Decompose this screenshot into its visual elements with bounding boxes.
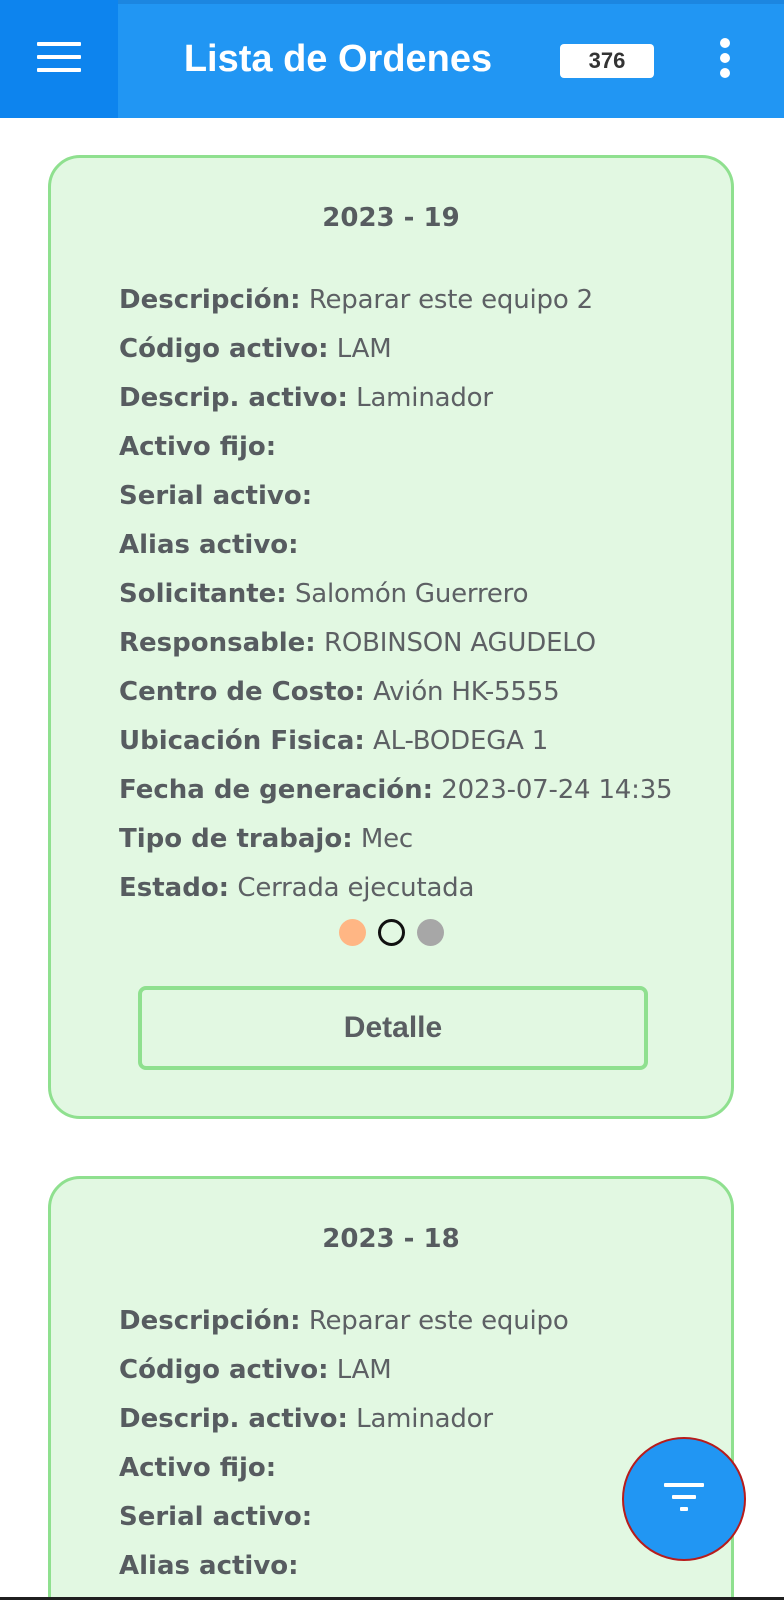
order-number: 2023 - 19: [322, 203, 460, 233]
field-label: Código activo:: [119, 1355, 329, 1385]
field-value: Reparar este equipo 2: [308, 285, 593, 315]
field-descrip-activo: Descrip. activo: Laminador: [119, 374, 721, 423]
field-label: Descrip. activo:: [119, 383, 348, 413]
field-descripcion: Descripción: Reparar este equipo 2: [119, 276, 721, 325]
field-fecha-generacion: Fecha de generación: 2023-07-24 14:35: [119, 766, 721, 815]
order-count-badge: 376: [560, 44, 654, 78]
field-label: Centro de Costo:: [119, 677, 365, 707]
field-label: Activo fijo:: [119, 1453, 277, 1483]
field-label: Descripción:: [119, 1306, 301, 1336]
field-label: Alias activo:: [119, 530, 299, 560]
more-options-button[interactable]: [700, 30, 750, 90]
filter-icon: [664, 1483, 704, 1515]
status-dot-outline: [377, 919, 405, 946]
menu-button[interactable]: [0, 0, 118, 118]
order-number: 2023 - 18: [322, 1224, 460, 1254]
field-label: Serial activo:: [119, 1502, 313, 1532]
field-label: Descripción:: [119, 285, 301, 315]
field-value: AL-BODEGA 1: [373, 726, 549, 756]
field-label: Código activo:: [119, 334, 329, 364]
field-label: Activo fijo:: [119, 432, 277, 462]
field-alias-activo: Alias activo:: [119, 1542, 721, 1591]
status-dot-gray: [416, 919, 444, 946]
field-value: LAM: [336, 1355, 392, 1385]
field-value: 2023-07-24 14:35: [441, 775, 673, 805]
more-vertical-icon: [719, 38, 731, 82]
filter-button[interactable]: [622, 1437, 746, 1561]
field-value: Laminador: [356, 1404, 493, 1434]
screen: Lista de Ordenes 376 2023 - 19 Descripci…: [0, 0, 784, 1600]
field-label: Fecha de generación:: [119, 775, 434, 805]
field-ubicacion-fisica: Ubicación Fisica: AL-BODEGA 1: [119, 717, 721, 766]
field-codigo-activo: Código activo: LAM: [119, 1346, 721, 1395]
field-value: LAM: [336, 334, 392, 364]
hamburger-menu-icon: [37, 41, 81, 77]
field-tipo-trabajo: Tipo de trabajo: Mec: [119, 815, 721, 864]
field-descripcion: Descripción: Reparar este equipo: [119, 1297, 721, 1346]
detail-button[interactable]: Detalle: [138, 986, 648, 1070]
field-label: Descrip. activo:: [119, 1404, 348, 1434]
field-value: ROBINSON AGUDELO: [323, 628, 596, 658]
field-value: Avión HK-5555: [373, 677, 560, 707]
field-responsable: Responsable: ROBINSON AGUDELO: [119, 619, 721, 668]
field-solicitante: Solicitante: Salomón Guerrero: [119, 570, 721, 619]
field-label: Serial activo:: [119, 481, 313, 511]
order-fields: Descripción: Reparar este equipo Código …: [119, 1297, 721, 1591]
field-label: Estado:: [119, 873, 230, 903]
field-label: Solicitante:: [119, 579, 287, 609]
field-value: Reparar este equipo: [308, 1306, 569, 1336]
field-alias-activo: Alias activo:: [119, 521, 721, 570]
order-card: 2023 - 19 Descripción: Reparar este equi…: [48, 155, 734, 1119]
field-serial-activo: Serial activo:: [119, 472, 721, 521]
field-label: Responsable:: [119, 628, 316, 658]
field-label: Ubicación Fisica:: [119, 726, 365, 756]
field-value: Mec: [360, 824, 413, 854]
status-indicator: [51, 919, 731, 947]
order-card: 2023 - 18 Descripción: Reparar este equi…: [48, 1176, 734, 1600]
field-codigo-activo: Código activo: LAM: [119, 325, 721, 374]
field-label: Tipo de trabajo:: [119, 824, 353, 854]
field-estado: Estado: Cerrada ejecutada: [119, 864, 721, 913]
field-value: Cerrada ejecutada: [237, 873, 475, 903]
field-value: Laminador: [356, 383, 493, 413]
status-dot-orange: [338, 919, 366, 946]
field-activo-fijo: Activo fijo:: [119, 423, 721, 472]
field-value: Salomón Guerrero: [294, 579, 529, 609]
field-centro-costo: Centro de Costo: Avión HK-5555: [119, 668, 721, 717]
field-descrip-activo: Descrip. activo: Laminador: [119, 1395, 721, 1444]
app-bar: Lista de Ordenes 376: [0, 0, 784, 118]
field-label: Alias activo:: [119, 1551, 299, 1581]
page-title: Lista de Ordenes: [183, 37, 493, 80]
order-fields: Descripción: Reparar este equipo 2 Códig…: [119, 276, 721, 913]
